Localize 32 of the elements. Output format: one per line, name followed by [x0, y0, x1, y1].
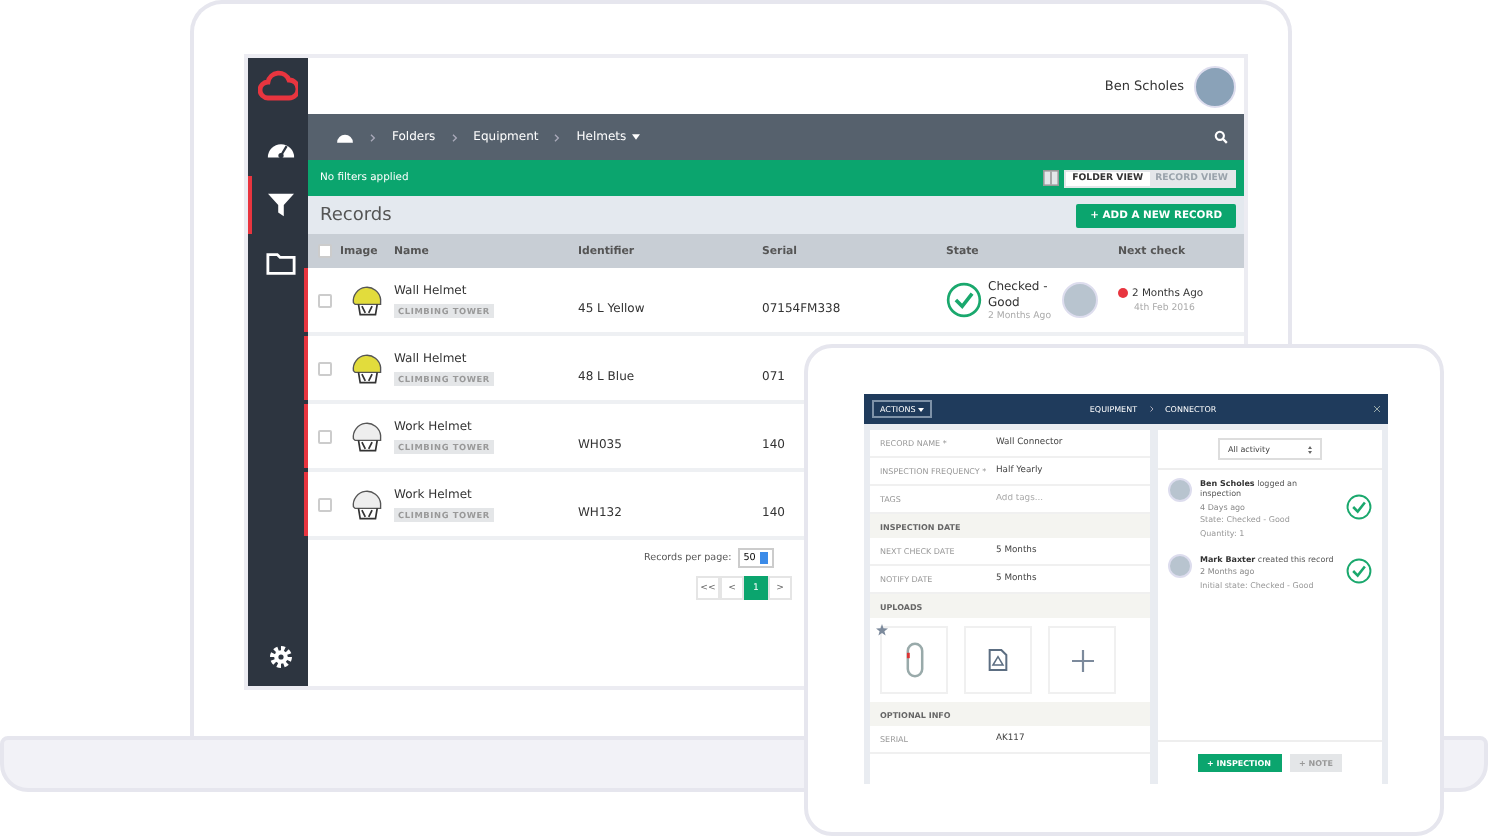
- folder-icon: [265, 250, 295, 276]
- chevron-icon: [370, 133, 376, 141]
- upload-thumbnail[interactable]: [880, 626, 948, 694]
- close-icon[interactable]: [1374, 406, 1380, 412]
- check-circle-icon: [1346, 558, 1372, 584]
- checkbox[interactable]: [317, 361, 331, 375]
- user-avatar: [1168, 478, 1192, 502]
- user-avatar[interactable]: [1194, 65, 1236, 107]
- user-avatar: [1168, 553, 1192, 577]
- sort-arrows-icon: [1308, 445, 1312, 453]
- columns-icon[interactable]: [1042, 170, 1061, 186]
- plus-icon: [1071, 649, 1093, 671]
- star-icon[interactable]: [876, 624, 888, 636]
- pdf-file-icon: [988, 648, 1008, 672]
- upload-thumbnail[interactable]: [964, 626, 1032, 694]
- chevron-icon: [451, 133, 458, 141]
- chevron-icon: [554, 133, 561, 141]
- checkbox[interactable]: [317, 244, 331, 258]
- caret-icon[interactable]: [632, 134, 641, 140]
- user-avatar: [1062, 282, 1098, 318]
- checkbox[interactable]: [317, 429, 331, 443]
- check-circle-icon: [1346, 494, 1372, 521]
- settings-icon: [267, 644, 293, 670]
- caret-icon: [918, 408, 925, 412]
- checkbox[interactable]: [317, 497, 331, 511]
- cloud-logo-icon: [258, 70, 298, 102]
- search-icon[interactable]: [1214, 130, 1228, 144]
- gauge-icon[interactable]: [336, 130, 354, 144]
- filter-icon: [267, 192, 293, 218]
- checkbox[interactable]: [317, 293, 331, 307]
- page-title: Records: [320, 205, 392, 225]
- check-circle-icon: [946, 282, 982, 318]
